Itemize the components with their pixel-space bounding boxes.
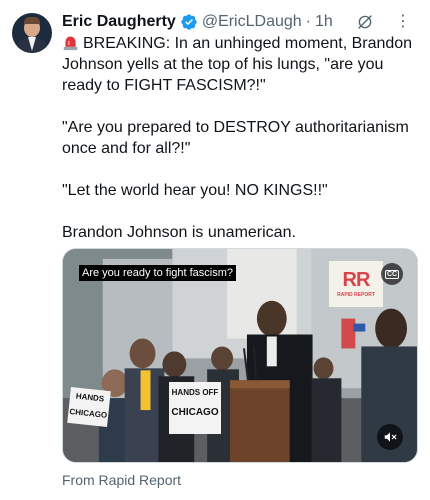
sign-center-line-1: HANDS OFF [171, 388, 219, 397]
protest-sign-center: HANDS OFF CHICAGO [169, 382, 221, 434]
logo-mark: RR [342, 269, 371, 291]
mute-toggle-button[interactable] [377, 424, 403, 450]
video-caption: Are you ready to fight fascism? [79, 265, 237, 281]
sign-left-line-2: CHICAGO [69, 407, 108, 420]
sign-left-line-1: HANDS [75, 391, 105, 404]
cc-icon: CC [384, 269, 400, 279]
sign-center-line-2: CHICAGO [171, 407, 219, 418]
tweet-line-3: "Let the world hear you! NO KINGS!!" [62, 182, 328, 199]
more-options-icon[interactable]: ⋮ [394, 11, 412, 33]
tweet-paragraph-1: BREAKING: In an unhinged moment, Brandon… [62, 33, 424, 96]
author-avatar[interactable] [12, 13, 52, 53]
author-handle[interactable]: @EricLDaugh [202, 13, 302, 31]
protest-sign-left: HANDS CHICAGO [67, 387, 111, 427]
closed-captions-button[interactable]: CC [381, 263, 403, 285]
verified-badge-icon [181, 14, 197, 30]
rapid-report-logo: RR RAPID REPORT [329, 261, 383, 307]
video-player[interactable]: HANDS CHICAGO HANDS OFF CHICAGO RR RAPID… [62, 248, 418, 463]
grok-glyph [358, 15, 372, 29]
siren-emoji-icon [63, 36, 78, 51]
muted-speaker-icon [384, 432, 397, 442]
header-separator: · [305, 13, 311, 30]
media-source-attribution[interactable]: From Rapid Report [62, 472, 181, 488]
logo-subtext: RAPID REPORT [337, 292, 375, 298]
tweet-timestamp[interactable]: 1h [315, 13, 333, 31]
tweet-line-4: Brandon Johnson is unamerican. [62, 224, 296, 241]
tweet-header: Eric Daugherty @EricLDaugh · 1h ⋮ [62, 11, 420, 33]
grok-icon[interactable] [354, 11, 376, 33]
tweet-line-1: BREAKING: In an unhinged moment, Brandon… [62, 35, 413, 94]
author-name[interactable]: Eric Daugherty [62, 13, 176, 31]
tweet-line-2: "Are you prepared to DESTROY authoritari… [62, 119, 409, 157]
avatar-hair [24, 17, 40, 24]
tweet-body: BREAKING: In an unhinged moment, Brandon… [62, 33, 424, 243]
